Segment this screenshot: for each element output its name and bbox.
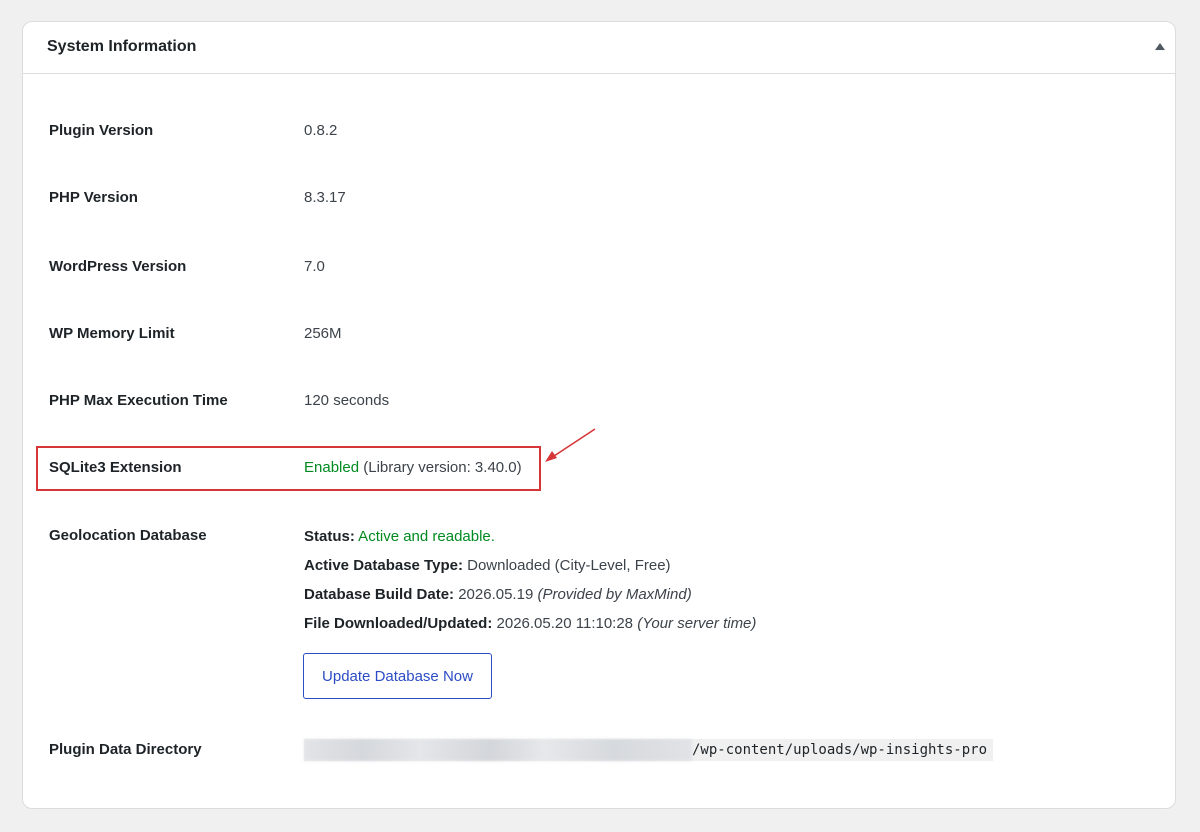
geo-type-value: Downloaded (City-Level, Free) (462, 557, 671, 574)
row-label: SQLite3 Extension (49, 459, 182, 476)
row-value: 7.0 (304, 258, 325, 275)
row-label: Geolocation Database (49, 527, 207, 544)
sqlite-library-version: (Library version: 3.40.0) (359, 459, 522, 476)
row-value: 8.3.17 (304, 189, 346, 206)
geo-status-label: Status: (304, 528, 355, 545)
geo-file-label: File Downloaded/Updated: (304, 615, 493, 632)
update-database-button[interactable]: Update Database Now (303, 653, 492, 699)
geo-build-value: 2026.05.19 (454, 586, 538, 603)
geo-type-line: Active Database Type: Downloaded (City-L… (304, 557, 671, 574)
data-directory-path: /wp-content/uploads/wp-insights-pro (304, 739, 994, 761)
row-label: PHP Version (49, 189, 138, 206)
system-information-panel: System Information Plugin Version 0.8.2 … (22, 21, 1176, 809)
row-label: WordPress Version (49, 258, 187, 275)
geo-type-label: Active Database Type: (304, 557, 463, 574)
collapse-toggle-icon[interactable] (1153, 40, 1167, 54)
geo-build-label: Database Build Date: (304, 586, 455, 603)
panel-header: System Information (23, 22, 1175, 74)
row-value: 120 seconds (304, 392, 390, 409)
row-label: Plugin Version (49, 122, 154, 139)
geo-file-value: 2026.05.20 11:10:28 (492, 615, 638, 632)
geo-status-value: Active and readable. (354, 528, 495, 545)
geo-file-note: (Your server time) (637, 615, 757, 632)
geo-build-note: (Provided by MaxMind) (537, 586, 692, 603)
panel-title: System Information (47, 38, 197, 55)
row-value: 256M (304, 325, 342, 342)
geo-build-line: Database Build Date: 2026.05.19 (Provide… (304, 586, 692, 603)
row-label: PHP Max Execution Time (49, 392, 228, 409)
row-value: Enabled (Library version: 3.40.0) (304, 459, 522, 476)
annotation-arrow-icon (545, 428, 596, 462)
data-directory-path-text: /wp-content/uploads/wp-insights-pro (692, 742, 988, 758)
geo-status-line: Status: Active and readable. (304, 528, 495, 545)
redacted-path-blur (304, 739, 692, 761)
row-value: 0.8.2 (304, 122, 338, 139)
sqlite-status: Enabled (304, 459, 360, 476)
geo-file-line: File Downloaded/Updated: 2026.05.20 11:1… (304, 615, 756, 632)
row-label: Plugin Data Directory (49, 741, 202, 758)
row-label: WP Memory Limit (49, 325, 175, 342)
